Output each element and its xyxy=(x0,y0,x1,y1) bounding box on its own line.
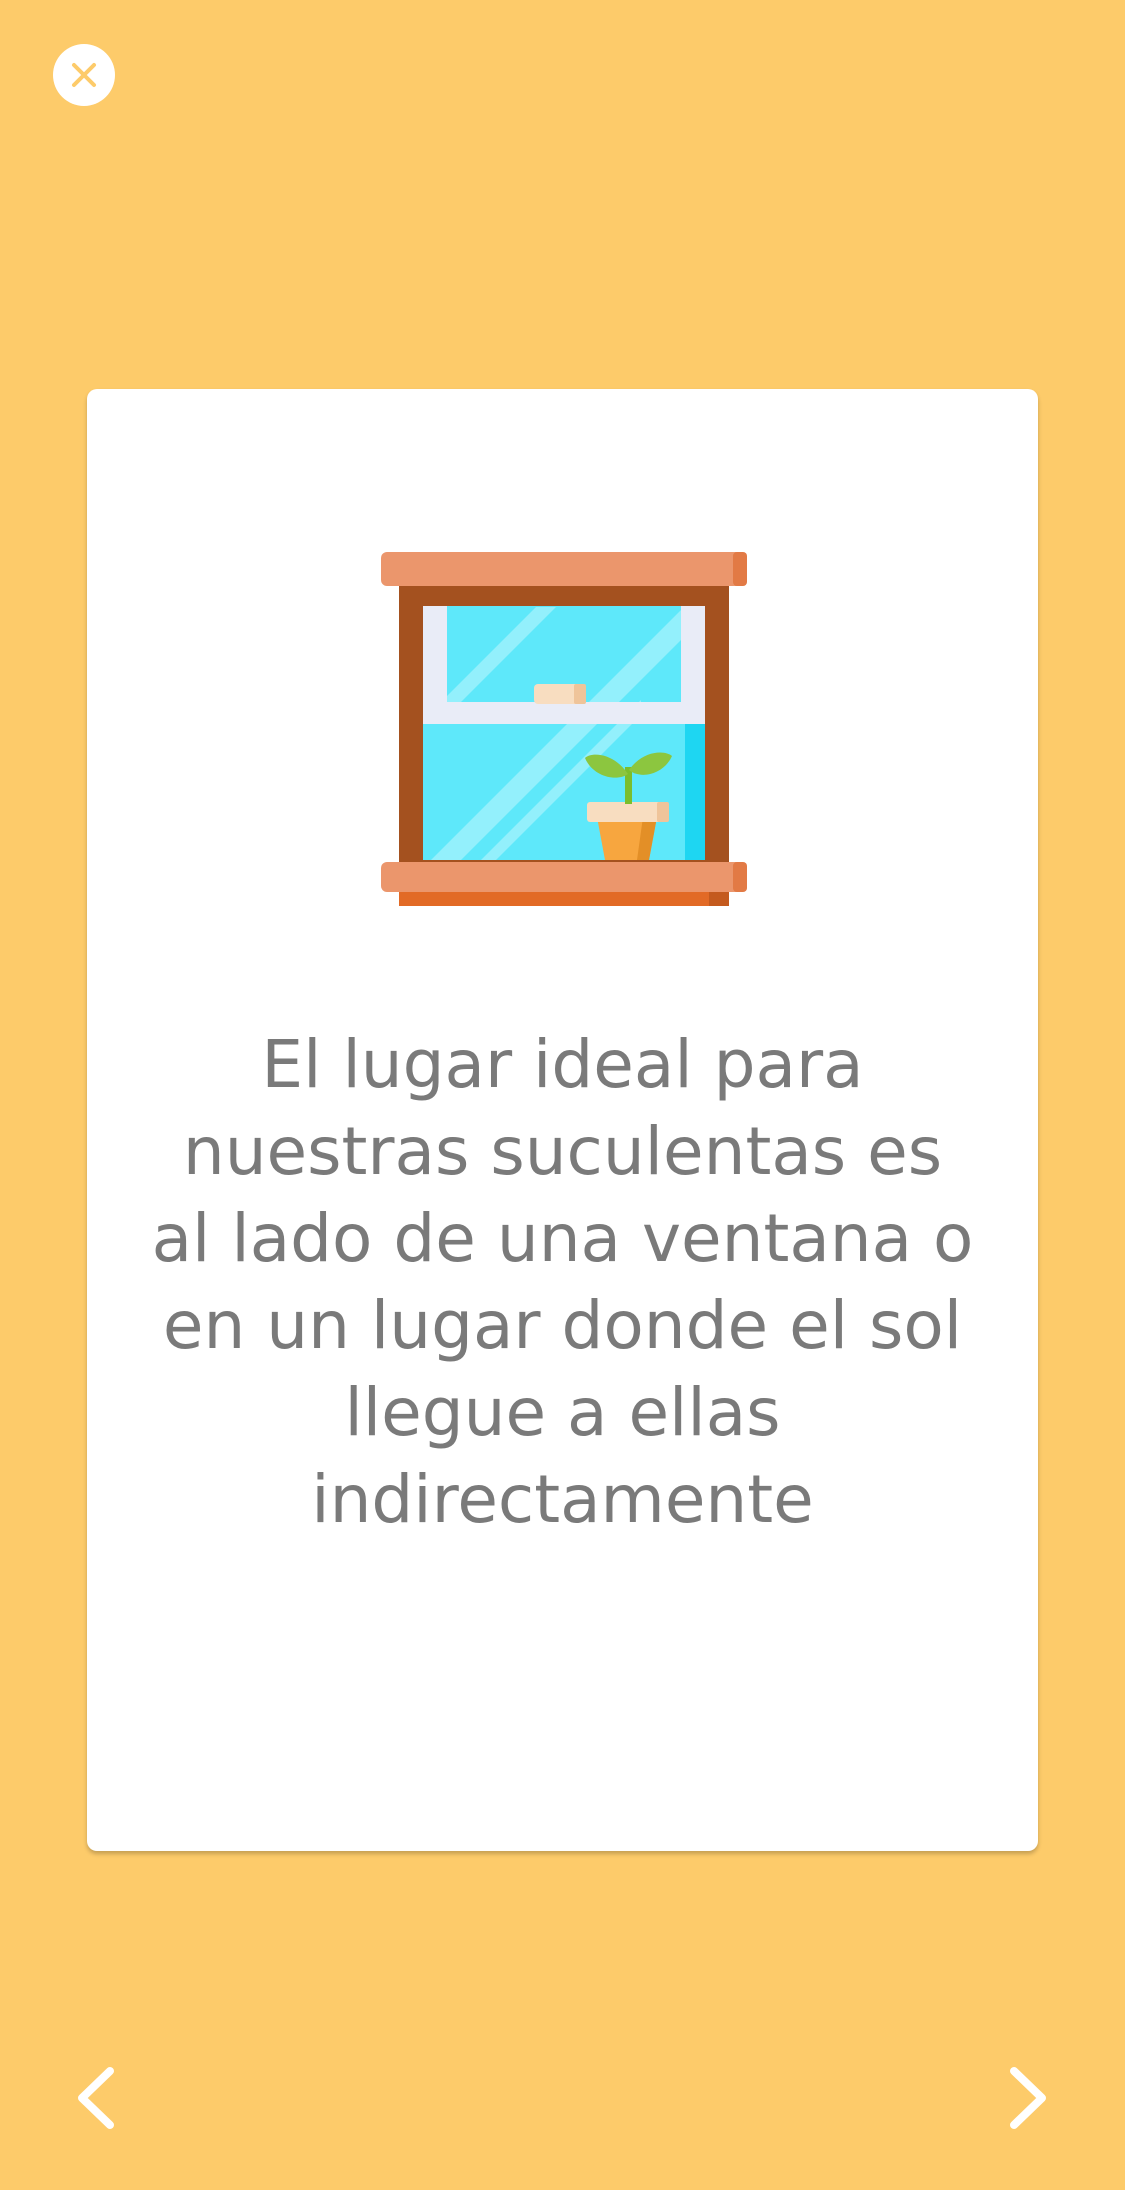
close-icon xyxy=(72,63,96,87)
close-button[interactable] xyxy=(53,44,115,106)
window-with-plant-illustration xyxy=(381,552,747,906)
previous-button[interactable] xyxy=(56,2058,136,2138)
next-button[interactable] xyxy=(988,2058,1068,2138)
tip-text: El lugar ideal para nuestras suculentas … xyxy=(151,1026,974,1538)
chevron-right-icon xyxy=(1010,2067,1046,2129)
chevron-left-icon xyxy=(78,2067,114,2129)
tip-card: El lugar ideal para nuestras suculentas … xyxy=(87,389,1038,1851)
